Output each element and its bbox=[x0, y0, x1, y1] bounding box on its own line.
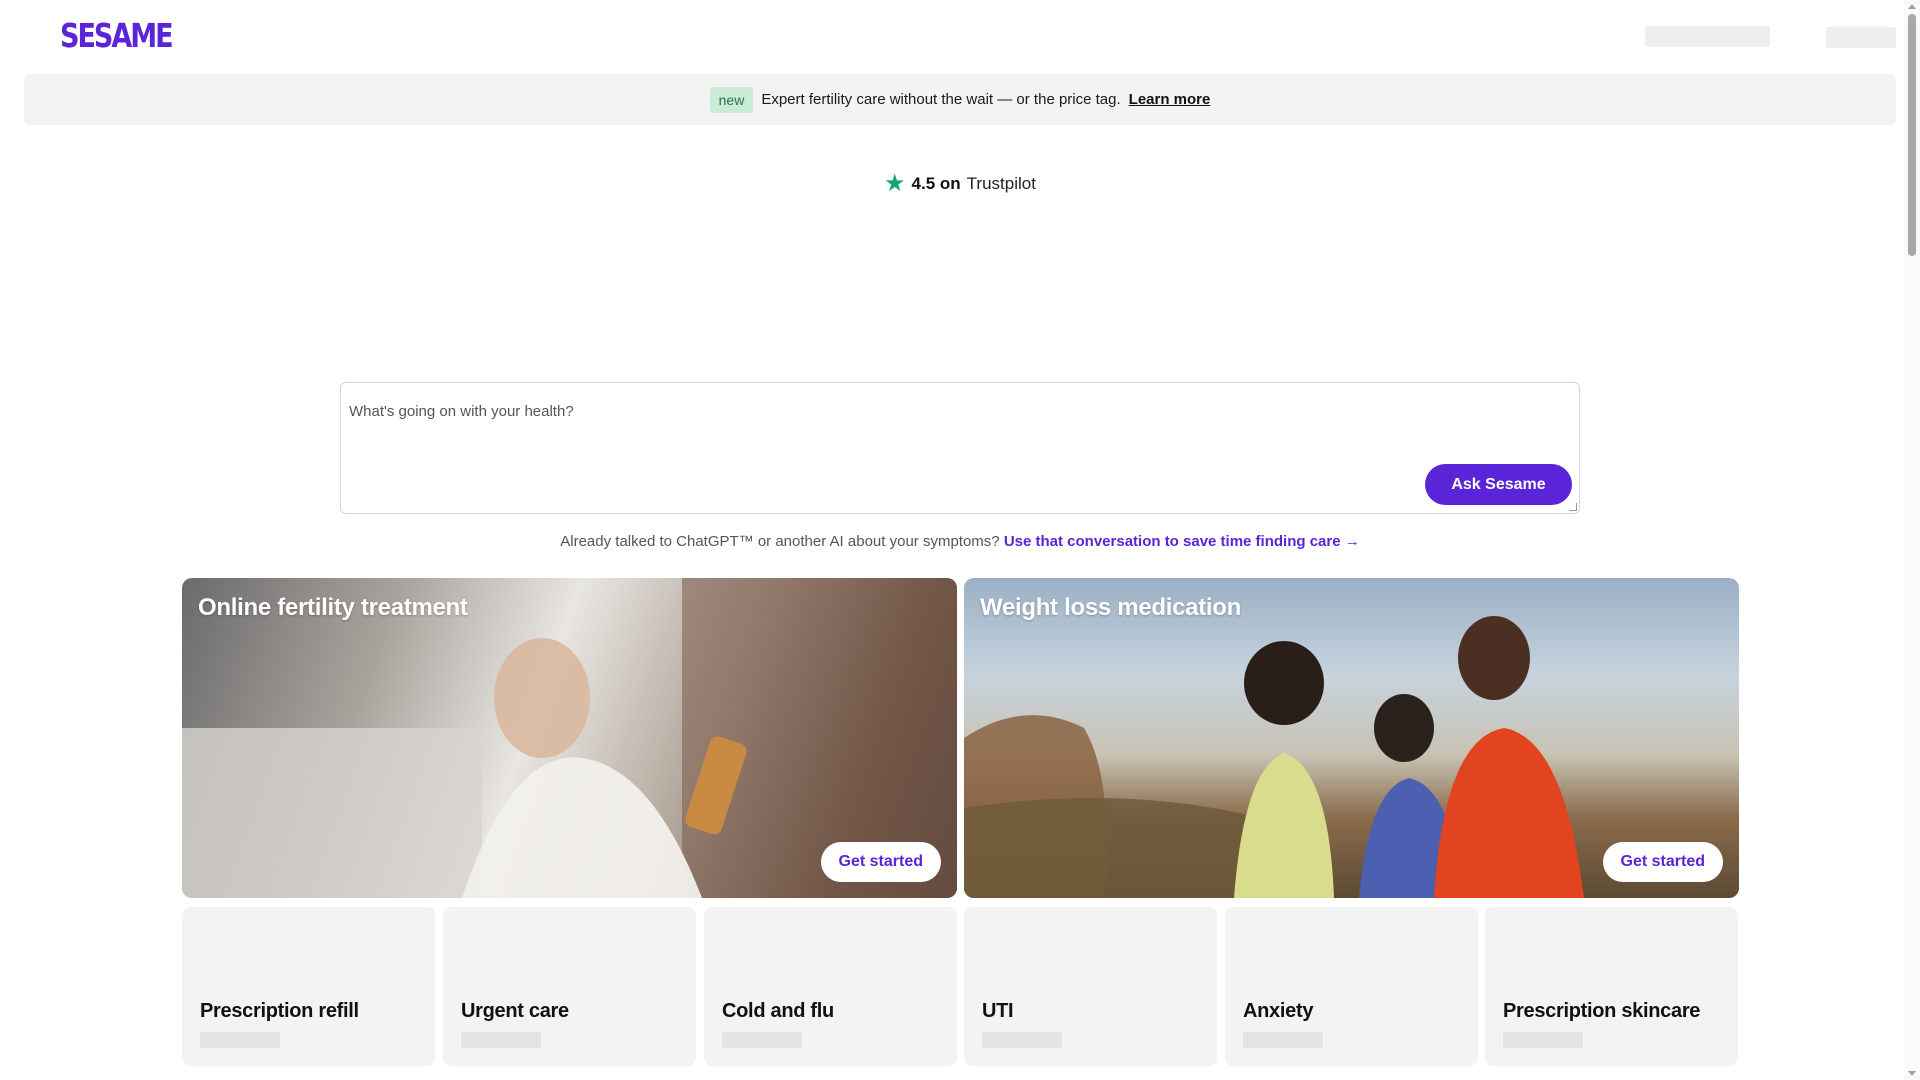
star-icon: ★ bbox=[884, 170, 906, 197]
card-title: Anxiety bbox=[1243, 1000, 1314, 1022]
card-placeholder bbox=[982, 1032, 1062, 1048]
card-title: Urgent care bbox=[461, 1000, 569, 1022]
announcement-banner: new Expert fertility care without the wa… bbox=[24, 74, 1896, 125]
resize-handle[interactable] bbox=[1569, 503, 1577, 511]
ai-conversation-link[interactable]: Use that conversation to save time findi… bbox=[1004, 533, 1360, 550]
feature-title: Online fertility treatment bbox=[198, 594, 468, 621]
card-placeholder bbox=[1503, 1032, 1583, 1048]
nav-placeholder-1 bbox=[1645, 26, 1770, 47]
scrollbar-thumb[interactable] bbox=[1908, 14, 1916, 256]
feature-card-weight-loss[interactable]: Weight loss medication Get started bbox=[964, 578, 1739, 898]
feature-card-fertility[interactable]: Online fertility treatment Get started bbox=[182, 578, 957, 898]
trustpilot-brand: Trustpilot bbox=[966, 174, 1036, 193]
card-placeholder bbox=[461, 1032, 541, 1048]
site-header: SESAME bbox=[0, 0, 1904, 74]
card-placeholder bbox=[722, 1032, 802, 1048]
sesame-logo[interactable]: SESAME bbox=[60, 16, 174, 55]
service-card-anxiety[interactable]: Anxiety bbox=[1225, 907, 1478, 1066]
nav-placeholder-2 bbox=[1826, 27, 1896, 48]
card-title: Prescription skincare bbox=[1503, 1000, 1701, 1022]
card-placeholder bbox=[1243, 1032, 1323, 1048]
ai-conversation-prompt: Already talked to ChatGPT™ or another AI… bbox=[0, 533, 1920, 550]
scroll-down-arrow-icon[interactable] bbox=[1908, 1071, 1916, 1076]
service-card-prescription-skincare[interactable]: Prescription skincare bbox=[1485, 907, 1738, 1066]
service-card-urgent-care[interactable]: Urgent care bbox=[443, 907, 696, 1066]
feature-title: Weight loss medication bbox=[980, 594, 1241, 621]
learn-more-link[interactable]: Learn more bbox=[1129, 91, 1211, 108]
service-card-cold-and-flu[interactable]: Cold and flu bbox=[704, 907, 957, 1066]
rating-value: 4.5 on bbox=[911, 174, 961, 193]
new-badge: new bbox=[709, 86, 754, 113]
card-title: UTI bbox=[982, 1000, 1014, 1022]
health-question-input[interactable]: What's going on with your health? bbox=[349, 403, 574, 420]
get-started-button[interactable]: Get started bbox=[820, 842, 941, 882]
service-card-uti[interactable]: UTI bbox=[964, 907, 1217, 1066]
card-title: Prescription refill bbox=[200, 1000, 359, 1022]
ask-sesame-button[interactable]: Ask Sesame bbox=[1425, 464, 1572, 505]
scroll-up-arrow-icon[interactable] bbox=[1908, 4, 1916, 9]
ai-prompt-text: Already talked to ChatGPT™ or another AI… bbox=[560, 533, 1000, 550]
card-placeholder bbox=[200, 1032, 280, 1048]
card-title: Cold and flu bbox=[722, 1000, 834, 1022]
get-started-button[interactable]: Get started bbox=[1602, 842, 1723, 882]
banner-text: Expert fertility care without the wait —… bbox=[761, 91, 1121, 108]
trustpilot-rating[interactable]: ★ 4.5 on Trustpilot bbox=[0, 172, 1920, 196]
service-card-prescription-refill[interactable]: Prescription refill bbox=[182, 907, 435, 1066]
page-scrollbar[interactable] bbox=[1904, 0, 1920, 1080]
health-question-box[interactable]: What's going on with your health? Ask Se… bbox=[340, 382, 1580, 514]
